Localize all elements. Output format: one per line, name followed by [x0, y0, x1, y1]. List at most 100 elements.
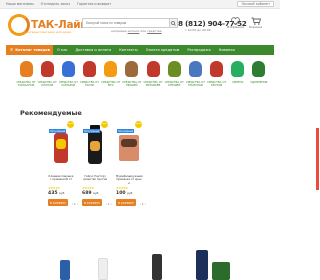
product-card[interactable]: Новинка Популярный Клеевая ловушка с при… [48, 121, 78, 206]
price-value: 435 [48, 191, 58, 196]
nav-item-credit[interactable]: Оплата кредитом [142, 48, 184, 52]
search-button[interactable] [169, 18, 178, 28]
category-image[interactable] [104, 61, 118, 77]
popular-badge: Популярный [117, 129, 135, 133]
product-thumbnail[interactable] [60, 260, 70, 280]
category-item[interactable]: СРЕДСТВА ОТ КЛЕЩЕЙ [165, 61, 184, 101]
category-image[interactable] [231, 61, 245, 77]
category-image[interactable] [167, 61, 181, 77]
price-value: 100 [116, 191, 126, 196]
new-badge: Новинка [67, 121, 74, 128]
favorites-button[interactable]: Избранное [227, 17, 244, 29]
product-label [56, 139, 66, 149]
search-hint: например мотыги или средства [111, 29, 162, 33]
product-image[interactable]: Новинка Популярный [116, 121, 142, 173]
nav-item-about[interactable]: О нас [53, 48, 72, 52]
category-item[interactable]: СРЕДСТВА ОТ КОМАРОВ [59, 61, 78, 101]
account-button[interactable]: Личный кабинет [237, 1, 274, 7]
quantity-stepper[interactable]: ‹ 1 › [140, 202, 146, 206]
quantity-stepper[interactable]: ‹ 1 › [72, 202, 78, 206]
add-to-cart-button[interactable]: В КОРЗИНУ [116, 199, 136, 206]
nav-item-sale[interactable]: Распродажа [183, 48, 214, 52]
category-image[interactable] [210, 61, 224, 77]
category-item[interactable]: СРЕДСТВА ОТ МОЛИ [80, 61, 99, 101]
product-name[interactable]: Гейси (Гектор) средство против [82, 174, 108, 185]
product-name[interactable]: Клеевая ловушка с приманкой от [48, 174, 74, 185]
product-price: 435 руб [48, 191, 74, 196]
phone-hours: с 10:00 до 20:00 [185, 28, 211, 32]
nav-item-contacts[interactable]: Контакты [115, 48, 142, 52]
category-item[interactable]: СРЕДСТВА ОТ МЫШЕЙ [122, 61, 141, 101]
category-image[interactable] [146, 61, 160, 77]
new-badge: Новинка [135, 121, 142, 128]
product-thumbnail[interactable] [212, 262, 230, 280]
category-item[interactable]: СРЕДСТВА ОТ ГРЫЗУНОВ [186, 61, 205, 101]
product-thumbnail[interactable] [196, 250, 208, 280]
product-image[interactable]: Новинка Популярный [82, 121, 108, 173]
price-currency: руб [127, 191, 133, 195]
category-image[interactable] [61, 61, 75, 77]
product-price: 689 руб [82, 191, 108, 196]
top-bar: Наши магазины Отследить заказ Гарантия и… [0, 0, 280, 9]
category-image[interactable] [125, 61, 139, 77]
link-warranty[interactable]: Гарантия и возврат [77, 2, 111, 6]
heart-icon [231, 17, 240, 25]
add-to-cart-button[interactable]: В КОРЗИНУ [82, 199, 102, 206]
section-title: Рекомендуемые [20, 109, 82, 117]
catalog-button[interactable]: ☰ Каталог товаров [6, 45, 53, 55]
product-card[interactable]: Новинка Популярный Гейси (Гектор) средст… [82, 121, 112, 206]
link-track-order[interactable]: Отследить заказ [41, 2, 70, 6]
link-stores[interactable]: Наши магазины [6, 2, 34, 6]
new-badge-text: Новинка [101, 124, 108, 125]
product-label [90, 141, 100, 151]
new-badge-text: Новинка [135, 124, 142, 125]
category-item[interactable]: СРЕДСТВА ОТ МУХ [101, 61, 120, 101]
nav-item-new[interactable]: Новинки [215, 48, 239, 52]
category-item[interactable]: СРЕДСТВА ОТ ТАРАКАНОВ [16, 61, 36, 101]
search-hint-prefix: например [111, 29, 127, 33]
category-image[interactable] [252, 61, 266, 77]
next-products-row [0, 242, 280, 280]
new-badge: Новинка [101, 121, 108, 128]
price-currency: руб [59, 191, 65, 195]
top-links: Наши магазины Отследить заказ Гарантия и… [6, 2, 111, 6]
category-label[interactable]: УДОБРЕНИЯ [247, 80, 271, 84]
category-item[interactable]: СРЕДСТВА ОТ КЛОПОВ [38, 61, 57, 101]
category-item[interactable]: СРЕДСТВА ОТ КРОТОВ [207, 61, 226, 101]
product-thumbnail[interactable] [152, 254, 162, 280]
logo-subtitle: интернет-магазин для дома [26, 30, 71, 34]
cart-label: Корзина [249, 25, 263, 29]
add-to-cart-button[interactable]: В КОРЗИНУ [48, 199, 68, 206]
category-image[interactable] [19, 61, 33, 77]
quantity-stepper[interactable]: ‹ 1 › [106, 202, 112, 206]
search-hint-link-a[interactable]: мотыги [128, 29, 140, 33]
search-input[interactable] [82, 18, 170, 28]
category-item[interactable]: УДОБРЕНИЯ [250, 61, 268, 101]
search-hint-separator: или [140, 29, 147, 33]
menu-icon: ☰ [10, 48, 14, 52]
product-price: 100 руб [116, 191, 142, 196]
product-thumbnail[interactable] [98, 258, 108, 280]
product-name[interactable]: Мумифицирующая приманка от крыс и [116, 174, 143, 185]
rating-stars: ★★★★★ [116, 186, 128, 190]
new-badge-text: Новинка [67, 124, 74, 125]
rating-stars: ★★★★★ [48, 186, 60, 190]
header: ТАК-Лайн интернет-магазин для дома напри… [0, 9, 280, 45]
cart-button[interactable]: Корзина [249, 17, 262, 29]
popular-badge: Популярный [83, 129, 101, 133]
product-grid: Новинка Популярный Клеевая ловушка с при… [48, 121, 280, 206]
category-item[interactable]: СЕМЕНА [229, 61, 247, 101]
category-image[interactable] [40, 61, 54, 77]
product-label [121, 139, 137, 147]
rating-stars: ★★★★★ [82, 186, 94, 190]
nav-item-delivery[interactable]: Доставка и оплата [72, 48, 116, 52]
cart-icon [251, 17, 261, 25]
search-icon [171, 20, 176, 26]
search-hint-link-b[interactable]: средства [147, 29, 161, 33]
category-image[interactable] [188, 61, 202, 77]
product-card[interactable]: Новинка Популярный Мумифицирующая приман… [116, 121, 146, 206]
product-image[interactable]: Новинка Популярный [48, 121, 74, 173]
category-item[interactable]: СРЕДСТВА ОТ МУРАВЬЕВ [143, 61, 163, 101]
side-tab[interactable] [316, 128, 319, 190]
category-image[interactable] [83, 61, 97, 77]
